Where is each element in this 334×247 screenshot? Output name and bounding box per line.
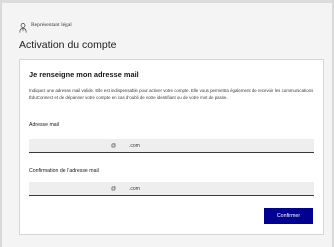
- role-label: Représentant légal: [31, 22, 72, 28]
- form-heading: Je renseigne mon adresse mail: [29, 70, 139, 79]
- role-indicator: Représentant légal: [19, 20, 72, 33]
- email-at-sign: @: [111, 143, 117, 149]
- confirm-email-field[interactable]: @ .com: [29, 182, 314, 196]
- form-description: Indiquez une adresse mail valide. Elle e…: [29, 88, 314, 101]
- confirm-button[interactable]: Confirmer: [264, 208, 313, 224]
- email-domain: .com: [129, 143, 140, 149]
- confirm-email-label: Confirmation de l’adresse mail: [29, 168, 99, 174]
- user-tie-icon: [19, 20, 27, 33]
- email-field[interactable]: @ .com: [29, 139, 314, 153]
- confirm-email-domain: .com: [129, 186, 140, 192]
- email-form-card: Je renseigne mon adresse mail Indiquez u…: [19, 59, 324, 235]
- confirm-email-at-sign: @: [111, 186, 117, 192]
- email-label: Adresse mail: [29, 122, 59, 128]
- page-title: Activation du compte: [19, 39, 117, 51]
